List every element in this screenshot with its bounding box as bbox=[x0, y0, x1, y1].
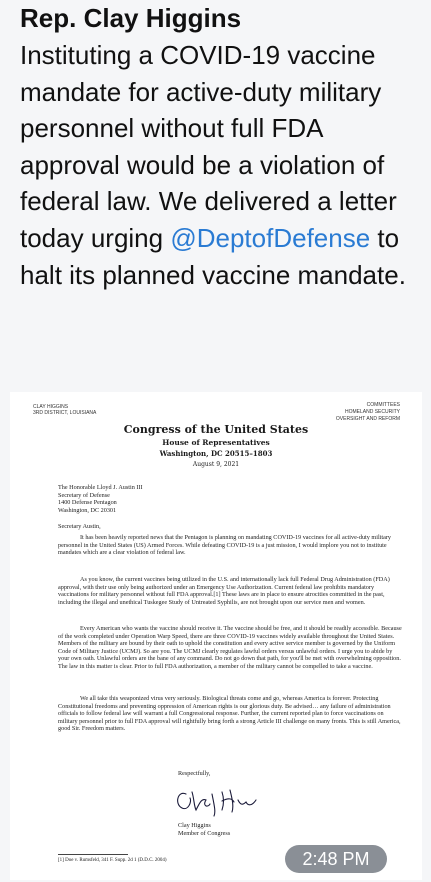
letter-address: The Honorable Lloyd J. Austin III Secret… bbox=[58, 484, 402, 514]
message-bubble: Rep. Clay Higgins Instituting a COVID-19… bbox=[0, 0, 431, 882]
letter-signer: Clay Higgins Member of Congress bbox=[178, 822, 230, 837]
letter-header-district: 3RD DISTRICT, LOUISIANA bbox=[33, 410, 97, 416]
message-text-before: Instituting a COVID-19 vaccine mandate f… bbox=[20, 40, 397, 253]
letter-image[interactable]: CLAY HIGGINS 3RD DISTRICT, LOUISIANA COM… bbox=[10, 392, 422, 880]
letter-paragraph-2: As you know, the current vaccines being … bbox=[58, 576, 390, 606]
letter-header-committees: COMMITTEES bbox=[366, 402, 400, 408]
signer-name: Clay Higgins bbox=[178, 822, 211, 829]
address-line: The Honorable Lloyd J. Austin III bbox=[58, 484, 143, 491]
address-line: 1400 Defense Pentagon bbox=[58, 499, 117, 506]
letter-congress: Congress of the United States bbox=[123, 423, 309, 436]
letter-paragraph-1: It has been heavily reported news that t… bbox=[58, 534, 392, 556]
footnote-divider bbox=[58, 854, 128, 855]
letter-salutation: Secretary Austin, bbox=[58, 523, 101, 530]
letter-header-committee-2: OVERSIGHT AND REFORM bbox=[335, 416, 400, 422]
address-line: Washington, DC 20301 bbox=[58, 506, 117, 514]
message-timestamp: 2:48 PM bbox=[285, 845, 387, 873]
letter-house: House of Representatives bbox=[162, 438, 270, 447]
mention-link[interactable]: @DeptofDefense bbox=[170, 223, 370, 253]
letter-date: August 9, 2021 bbox=[192, 461, 240, 468]
message-author[interactable]: Rep. Clay Higgins bbox=[20, 1, 241, 35]
letter-header-right: COMMITTEES HOMELAND SECURITY OVERSIGHT A… bbox=[336, 402, 400, 423]
signer-title: Member of Congress bbox=[178, 829, 231, 837]
letter-paragraph-3: Every American who wants the vaccine sho… bbox=[58, 625, 402, 670]
signature-image bbox=[177, 789, 257, 817]
message-text: Instituting a COVID-19 vaccine mandate f… bbox=[20, 37, 425, 293]
letter-header-committee-1: HOMELAND SECURITY bbox=[344, 409, 400, 415]
letter-paragraph-4: We all take this weaponized virus very s… bbox=[58, 695, 401, 732]
letter-footnote: [1] Doe v. Rumsfeld, 341 F. Supp. 2d 1 (… bbox=[58, 858, 167, 863]
letter-closing: Respectfully, bbox=[178, 770, 211, 777]
address-line: Secretary of Defense bbox=[58, 491, 110, 499]
letter-city: Washington, DC 20515–1803 bbox=[159, 449, 273, 458]
letter-header-left: CLAY HIGGINS 3RD DISTRICT, LOUISIANA bbox=[33, 404, 96, 416]
